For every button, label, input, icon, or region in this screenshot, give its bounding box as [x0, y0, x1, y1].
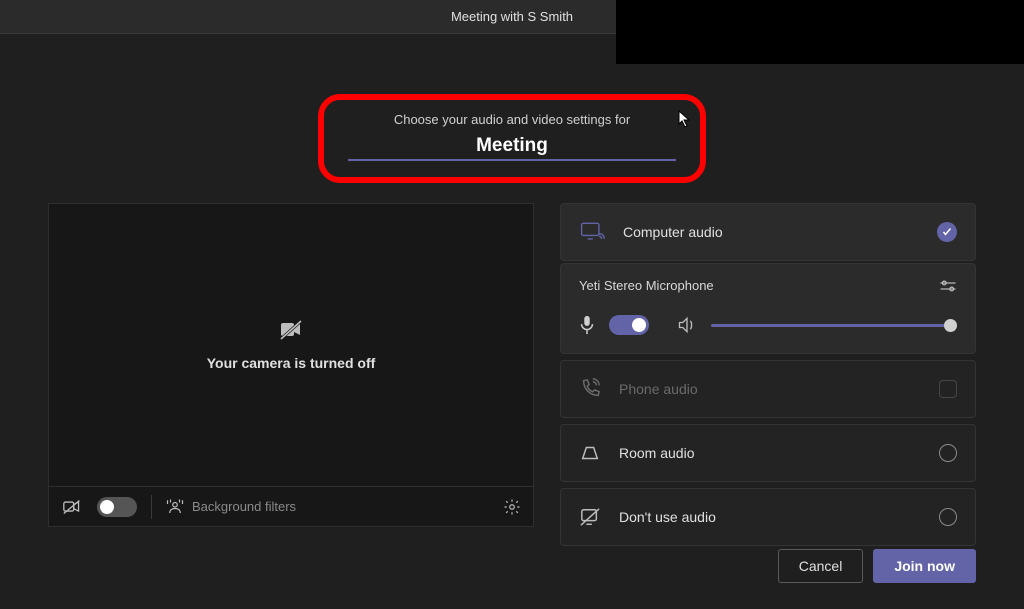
check-icon [937, 222, 957, 242]
audio-device-name: Yeti Stereo Microphone [579, 278, 714, 293]
audio-device-card: Yeti Stereo Microphone [560, 263, 976, 354]
speaker-icon [677, 316, 697, 334]
divider [151, 495, 152, 519]
audio-option-label: Room audio [619, 445, 921, 461]
camera-off-small-icon [61, 498, 83, 516]
gear-icon[interactable] [503, 498, 521, 516]
title-bar: Meeting with S Smith [0, 0, 1024, 34]
phone-audio-icon [579, 378, 601, 400]
camera-toggle[interactable] [97, 497, 137, 517]
camera-preview: Your camera is turned off [48, 203, 534, 487]
radio-indicator [939, 380, 957, 398]
background-filters-button[interactable]: Background filters [166, 498, 489, 516]
audio-option-label: Computer audio [623, 224, 919, 240]
radio-indicator [939, 444, 957, 462]
settings-subtitle: Choose your audio and video settings for [394, 112, 630, 127]
audio-option-label: Phone audio [619, 381, 921, 397]
camera-panel: Your camera is turned off Background fil… [48, 203, 534, 546]
audio-option-computer[interactable]: Computer audio [560, 203, 976, 261]
settings-header: Choose your audio and video settings for [0, 94, 1024, 183]
audio-option-none[interactable]: Don't use audio [560, 488, 976, 546]
microphone-icon [579, 315, 595, 335]
audio-option-phone[interactable]: Phone audio [560, 360, 976, 418]
no-audio-icon [579, 507, 601, 527]
camera-controls: Background filters [48, 487, 534, 527]
join-now-button[interactable]: Join now [873, 549, 976, 583]
cancel-button[interactable]: Cancel [778, 549, 864, 583]
computer-audio-icon [579, 220, 605, 244]
camera-off-icon [279, 319, 303, 341]
audio-panel: Computer audio Yeti Stereo Microphone [560, 203, 976, 546]
audio-option-label: Don't use audio [619, 509, 921, 525]
microphone-toggle[interactable] [609, 315, 649, 335]
meeting-name-field-wrap [348, 135, 676, 161]
device-settings-icon[interactable] [939, 279, 957, 293]
audio-option-room[interactable]: Room audio [560, 424, 976, 482]
blanked-region [616, 0, 1024, 64]
background-filters-icon [166, 498, 184, 516]
volume-slider[interactable] [711, 324, 957, 327]
meeting-name-input[interactable] [348, 135, 676, 157]
radio-indicator [939, 508, 957, 526]
background-filters-label: Background filters [192, 499, 296, 514]
title-text: Meeting with S Smith [451, 9, 573, 24]
room-audio-icon [579, 443, 601, 463]
annotation-highlight-box: Choose your audio and video settings for [318, 94, 706, 183]
action-buttons: Cancel Join now [778, 549, 976, 583]
camera-off-message: Your camera is turned off [207, 355, 376, 371]
